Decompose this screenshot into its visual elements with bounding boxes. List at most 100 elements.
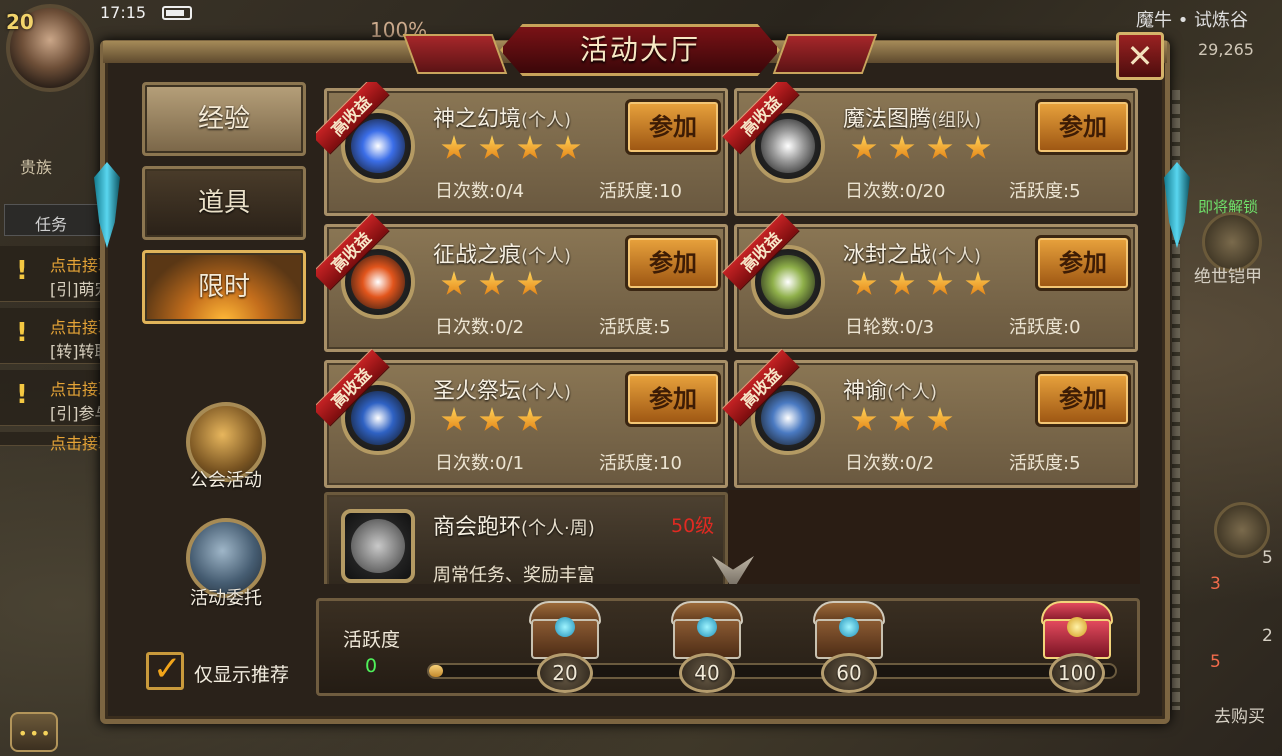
star-icon (851, 271, 877, 295)
close-icon: ✕ (1126, 37, 1154, 75)
armor-label: 绝世铠甲 (1194, 267, 1262, 287)
star-icon (517, 135, 543, 159)
locked-activity-card[interactable]: 商会跑环(个人·周) 50级 周常任务、奖励丰富 (324, 492, 728, 584)
chest-gem-icon (1067, 617, 1087, 637)
required-level: 50级 (671, 515, 715, 537)
star-icon (479, 135, 505, 159)
star-icon (555, 135, 581, 159)
noble-label[interactable]: 贵族 (20, 154, 52, 178)
activity-list[interactable]: 高收益 神之幻境(个人) 日次数:0/4 活跃度:10 参加 高收益 魔法图腾(组队) 日次数… (316, 82, 1140, 584)
star-icon (927, 407, 953, 431)
star-icon (479, 407, 505, 431)
commission-label[interactable]: 活动委托 (160, 584, 292, 610)
reward-chest-icon[interactable] (811, 601, 887, 661)
join-button[interactable]: 参加 (625, 99, 721, 155)
daily-count: 日次数:0/1 (435, 453, 525, 474)
count-badge: 2 (1262, 626, 1273, 646)
milestone-value: 20 (537, 653, 593, 693)
recommend-only-checkbox[interactable]: ✓ (146, 649, 184, 690)
list-empty-area (728, 490, 1140, 584)
player-level: 20 (6, 10, 34, 34)
activity-card[interactable]: 高收益 神之幻境(个人) 日次数:0/4 活跃度:10 参加 (316, 82, 728, 216)
star-icon (965, 271, 991, 295)
activity-card[interactable]: 高收益 圣火祭坛(个人) 日次数:0/1 活跃度:10 参加 (316, 348, 728, 488)
star-icon (441, 407, 467, 431)
difficulty-stars (851, 271, 991, 297)
activity-progress-panel: 活跃度 0 20 40 60 100 (316, 598, 1140, 696)
tab-experience[interactable]: 经验 (142, 82, 306, 156)
daily-count: 日次数:0/4 (435, 181, 525, 202)
daily-count: 日轮数:0/3 (845, 317, 935, 338)
star-icon (965, 135, 991, 159)
difficulty-stars (851, 407, 953, 433)
star-icon (889, 407, 915, 431)
close-button[interactable]: ✕ (1116, 32, 1164, 80)
guild-activity-label[interactable]: 公会活动 (160, 466, 292, 492)
activity-points: 活跃度:0 (1009, 317, 1081, 338)
star-icon (517, 271, 543, 295)
map-coords: 29,265 (1198, 40, 1254, 59)
more-dots-icon: ••• (18, 724, 53, 743)
chest-gem-icon (697, 617, 717, 637)
activity-name: 圣火祭坛(个人) (433, 379, 572, 404)
activity-progress-fill (429, 665, 443, 677)
battery-icon (162, 6, 192, 20)
check-icon: ✓ (153, 649, 182, 689)
star-icon (927, 271, 953, 295)
map-location: 魔牛 • 试炼谷 (1136, 10, 1249, 31)
join-button[interactable]: 参加 (625, 235, 721, 291)
tab-items[interactable]: 道具 (142, 166, 306, 240)
reward-chest-icon[interactable] (669, 601, 745, 661)
activity-desc: 周常任务、奖励丰富 (433, 565, 595, 584)
activity-points: 活跃度:5 (599, 317, 671, 338)
clock: 17:15 (100, 3, 147, 22)
count-badge: 3 (1210, 574, 1221, 594)
activity-card[interactable]: 高收益 神谕(个人) 日次数:0/2 活跃度:5 参加 (721, 348, 1138, 488)
star-icon (517, 407, 543, 431)
star-icon (889, 271, 915, 295)
exclamation-icon: ! (16, 318, 28, 348)
star-icon (927, 135, 953, 159)
star-icon (851, 135, 877, 159)
join-button[interactable]: 参加 (1035, 235, 1131, 291)
activity-name: 征战之痕(个人) (433, 243, 572, 268)
recommend-only-label[interactable]: 仅显示推荐 (194, 660, 289, 687)
activity-points: 活跃度:10 (599, 453, 682, 474)
dialog-title-bar: 活动大厅 (402, 18, 878, 80)
daily-count: 日次数:0/2 (845, 453, 935, 474)
star-icon (441, 135, 467, 159)
exclamation-icon: ! (16, 256, 28, 286)
star-icon (479, 271, 505, 295)
join-button[interactable]: 参加 (1035, 99, 1131, 155)
shield-icon (341, 509, 415, 583)
milestone-value: 60 (821, 653, 877, 693)
join-button[interactable]: 参加 (1035, 371, 1131, 427)
activity-points: 活跃度:5 (1009, 181, 1081, 202)
activity-points: 活跃度:5 (1009, 453, 1081, 474)
milestone-value: 100 (1049, 653, 1105, 693)
count-badge: 5 (1210, 652, 1221, 672)
star-icon (889, 135, 915, 159)
join-button[interactable]: 参加 (625, 371, 721, 427)
star-icon (441, 271, 467, 295)
activity-name: 神之幻境(个人) (433, 107, 572, 132)
reward-chest-icon[interactable] (527, 601, 603, 661)
dialog-title: 活动大厅 (579, 33, 700, 66)
buy-label[interactable]: 去购买 (1214, 702, 1265, 727)
star-icon (851, 407, 877, 431)
activity-card[interactable]: 高收益 征战之痕(个人) 日次数:0/2 活跃度:5 参加 (316, 212, 728, 352)
difficulty-stars (441, 135, 581, 161)
tab-limited-time[interactable]: 限时 (142, 250, 306, 324)
reward-chest-icon[interactable] (1039, 601, 1115, 661)
more-button[interactable]: ••• (10, 712, 58, 752)
milestone-value: 40 (679, 653, 735, 693)
exclamation-icon: ! (16, 380, 28, 410)
activity-card[interactable]: 高收益 魔法图腾(组队) 日次数:0/20 活跃度:5 参加 (721, 82, 1138, 216)
chest-gem-icon (555, 617, 575, 637)
activity-points: 活跃度:10 (599, 181, 682, 202)
activity-name: 商会跑环(个人·周) (433, 515, 595, 540)
activity-name: 魔法图腾(组队) (843, 107, 982, 132)
difficulty-stars (441, 271, 543, 297)
activity-card[interactable]: 高收益 冰封之战(个人) 日轮数:0/3 活跃度:0 参加 (721, 212, 1138, 352)
activity-name: 神谕(个人) (843, 379, 938, 404)
